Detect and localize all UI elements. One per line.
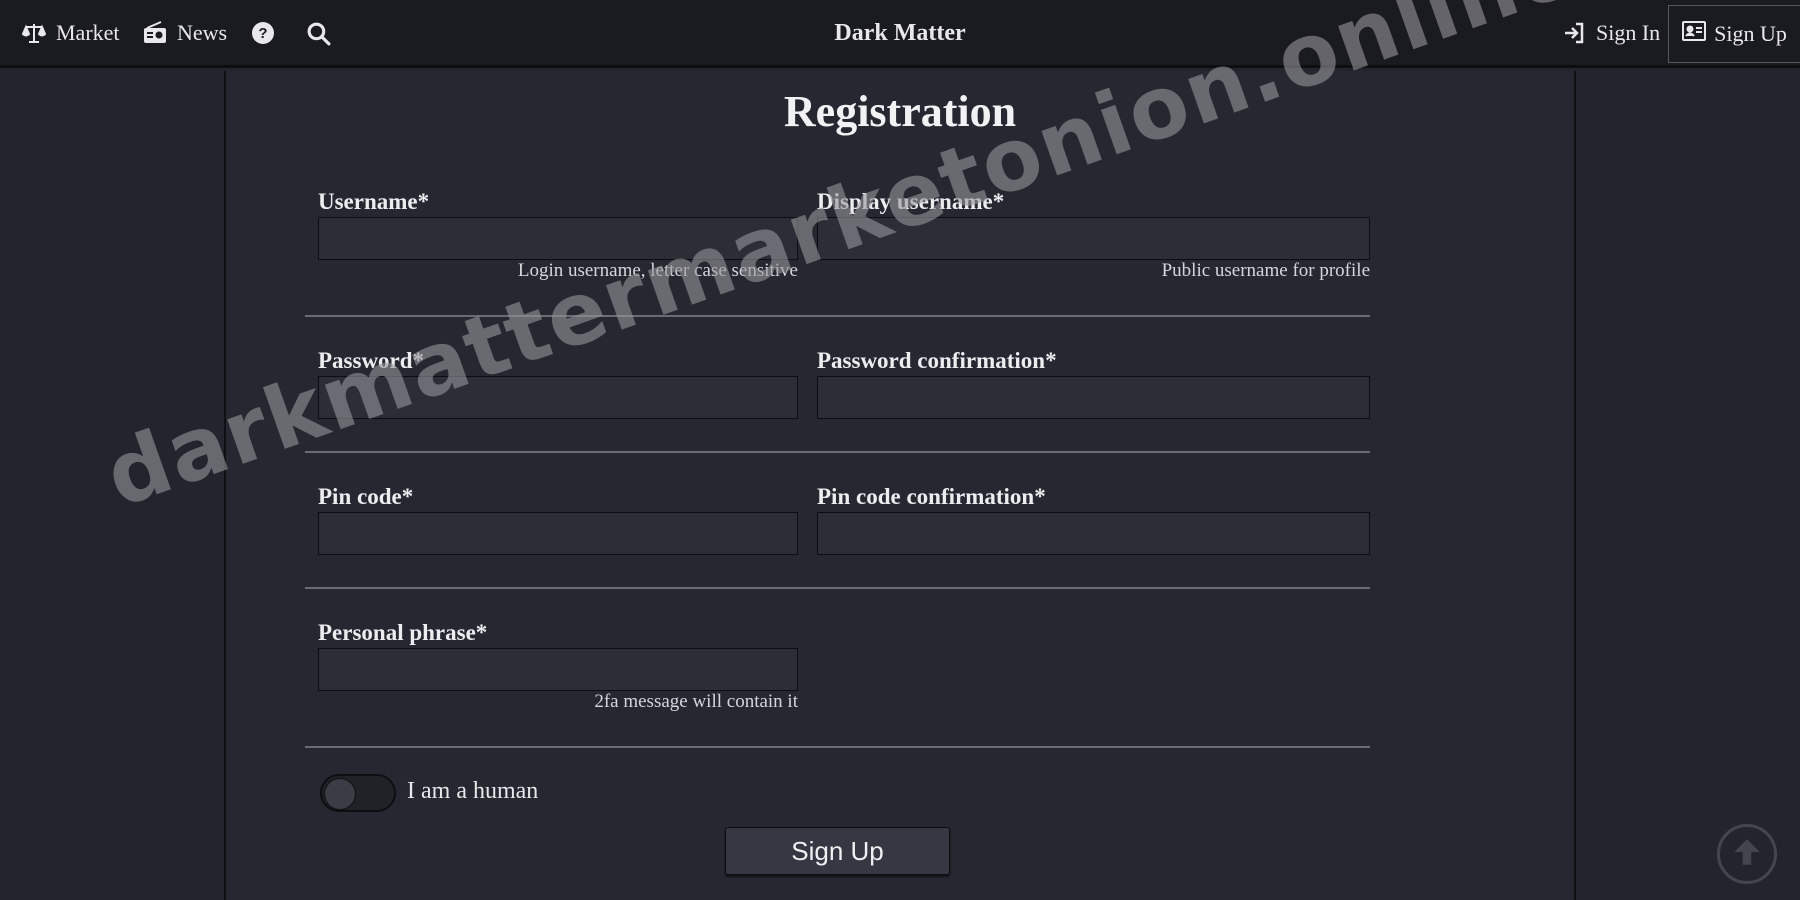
section-divider — [305, 315, 1370, 317]
pin-code-confirmation-input[interactable] — [817, 512, 1370, 555]
nav-search-button[interactable] — [306, 0, 331, 66]
nav-market-label: Market — [56, 20, 120, 45]
arrow-up-icon — [1730, 835, 1764, 874]
password-confirmation-input[interactable] — [817, 376, 1370, 419]
sign-up-button[interactable]: Sign Up — [725, 827, 950, 875]
nav-news-link[interactable]: News — [143, 0, 227, 66]
sign-in-icon — [1562, 21, 1586, 45]
help-icon: ? — [251, 21, 275, 45]
toggle-knob — [324, 778, 356, 810]
personal-phrase-hint: 2fa message will contain it — [594, 691, 798, 712]
svg-text:?: ? — [258, 25, 267, 42]
display-username-input[interactable] — [817, 217, 1370, 260]
username-label: Username* — [318, 189, 430, 214]
personal-phrase-input[interactable] — [318, 648, 798, 691]
nav-market-link[interactable]: Market — [22, 0, 120, 66]
page-title: Registration — [783, 87, 1017, 136]
nav-help-button[interactable]: ? — [251, 0, 275, 66]
personal-phrase-label: Personal phrase* — [318, 620, 488, 645]
pin-code-confirmation-label: Pin code confirmation* — [817, 484, 1046, 509]
section-divider — [305, 746, 1370, 748]
id-card-icon — [1682, 20, 1707, 48]
display-username-label: Display username* — [817, 189, 1005, 214]
password-label: Password* — [318, 348, 425, 373]
section-divider — [305, 451, 1370, 453]
human-toggle[interactable] — [320, 774, 396, 812]
nav-signup-link[interactable]: Sign Up — [1668, 5, 1800, 63]
password-input[interactable] — [318, 376, 798, 419]
username-hint: Login username, letter case sensitive — [517, 260, 798, 281]
pin-code-label: Pin code* — [318, 484, 414, 509]
pin-code-input[interactable] — [318, 512, 798, 555]
username-input[interactable] — [318, 217, 798, 260]
radio-icon — [143, 21, 167, 45]
nav-signin-label: Sign In — [1596, 20, 1661, 45]
display-username-hint: Public username for profile — [1161, 260, 1370, 281]
scales-icon — [22, 21, 46, 45]
nav-news-label: News — [177, 20, 228, 45]
section-divider — [305, 587, 1370, 589]
scroll-to-top-button[interactable] — [1717, 824, 1777, 884]
nav-signin-link[interactable]: Sign In — [1562, 0, 1660, 66]
top-navbar: Market News ? Dark Matter Sign In Sign U… — [0, 0, 1800, 68]
nav-signup-label: Sign Up — [1714, 21, 1787, 46]
search-icon — [306, 21, 331, 46]
human-toggle-label: I am a human — [407, 778, 539, 804]
password-confirmation-label: Password confirmation* — [817, 348, 1057, 373]
